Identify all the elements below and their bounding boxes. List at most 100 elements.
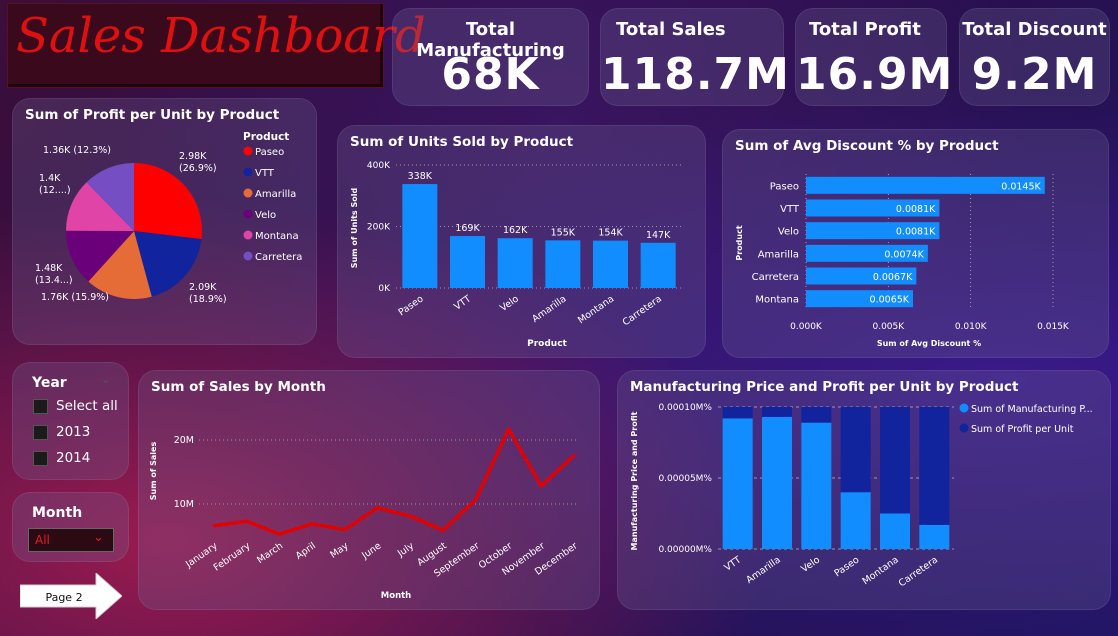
pie-data-label-pct: (18.9%)	[189, 294, 227, 305]
pie-chart-panel[interactable]: Sum of Profit per Unit by Product Produc…	[12, 98, 317, 345]
legend-marker	[243, 251, 253, 261]
x-tick-label: 0.015K	[1037, 322, 1070, 332]
legend-title: Product	[243, 131, 289, 143]
x-tick-label: June	[359, 540, 383, 562]
kpi-value: 118.7M	[601, 49, 790, 100]
legend-marker	[243, 209, 253, 219]
bar	[450, 236, 485, 288]
bar-segment-1	[880, 407, 910, 514]
month-slicer[interactable]: Month All ⌄	[12, 492, 129, 562]
x-tick-label: Carretera	[897, 554, 940, 589]
bar-segment-1	[840, 407, 871, 493]
legend-item: Sum of Profit per Unit	[971, 424, 1074, 435]
units-sold-chart[interactable]: Product Sum of Units Sold 0K 200K 400K 338K…	[338, 126, 707, 359]
page-2-button[interactable]: Page 2	[20, 573, 122, 619]
legend-item: Sum of Manufacturing P...	[971, 404, 1093, 415]
chevron-down-icon[interactable]: ⌄	[101, 373, 110, 386]
data-label: 147K	[646, 230, 671, 241]
legend-item: VTT	[255, 168, 275, 179]
kpi-value: 68K	[441, 49, 540, 100]
x-axis-label: Month	[381, 591, 411, 601]
pie-data-label: 1.76K (15.9%)	[41, 292, 109, 303]
legend-item: Montana	[255, 231, 299, 242]
bar-segment-0	[840, 492, 871, 549]
kpi-card-profit: Total Profit 16.9M	[795, 8, 954, 106]
x-tick-label: May	[328, 540, 351, 560]
pie-slice	[134, 163, 202, 240]
bar-segment-0	[880, 513, 910, 549]
data-label: 0.0074K	[884, 249, 924, 260]
checkbox-icon[interactable]	[33, 450, 48, 466]
legend-item: Paseo	[255, 147, 284, 158]
data-point	[212, 524, 216, 528]
pie-data-label: 1.4K	[39, 173, 61, 184]
kpi-card-sales: Total Sales 118.7M	[600, 8, 790, 106]
x-tick-label: Amarilla	[530, 293, 568, 325]
year-slicer-label: Year	[32, 375, 67, 391]
discount-chart[interactable]: Sum of Avg Discount % Product 0.000K 0.00…	[723, 130, 1110, 359]
y-axis-label: Product	[735, 225, 744, 260]
dashboard-title: Sales Dashboard	[16, 8, 426, 64]
pie-data-label-pct: (26.9%)	[179, 163, 217, 174]
kpi-label: Total Profit	[809, 19, 921, 40]
x-tick-label: VTT	[722, 554, 743, 573]
x-tick-label: Carretera	[621, 293, 664, 328]
kpi-value: 9.2M	[971, 49, 1098, 100]
checkbox-2014[interactable]: 2014	[33, 450, 90, 466]
data-label: 169K	[455, 223, 480, 234]
kpi-label: Total Sales	[616, 19, 726, 40]
data-point	[376, 506, 380, 510]
y-tick-label: 0K	[378, 284, 391, 294]
kpi-label: Total Discount	[962, 19, 1107, 40]
page-button-label: Page 2	[45, 591, 82, 604]
kpi-value: 16.9M	[796, 49, 954, 100]
y-axis-label: Sum of Sales	[149, 442, 158, 501]
pie-data-label: 1.48K	[35, 263, 63, 274]
checkbox-2013[interactable]: 2013	[33, 424, 90, 440]
x-tick-label: 0.005K	[872, 322, 905, 332]
manufacturing-profit-panel[interactable]: Manufacturing Price and Profit per Unit …	[617, 370, 1111, 610]
data-label: 162K	[503, 225, 528, 236]
y-tick-label: Amarilla	[758, 249, 799, 260]
checkbox-select-all[interactable]: Select all	[33, 398, 118, 414]
data-label: 338K	[408, 171, 433, 182]
discount-chart-panel[interactable]: Sum of Avg Discount % by Product Sum of …	[722, 129, 1109, 358]
kpi-card-discount: Total Discount 9.2M	[959, 8, 1110, 106]
kpi-card-manufacturing: Total Manufacturing 68K	[392, 8, 589, 106]
bar	[593, 240, 628, 288]
y-tick-label: VTT	[780, 204, 800, 215]
x-tick-label: February	[212, 540, 253, 573]
y-axis-label: Sum of Units Sold	[350, 188, 359, 269]
data-point	[245, 519, 249, 523]
bar-segment-0	[722, 418, 753, 549]
data-point	[408, 514, 412, 518]
checkbox-icon[interactable]	[33, 398, 48, 414]
month-slicer-label: Month	[32, 505, 83, 521]
data-point	[441, 528, 445, 532]
checkbox-label: Select all	[56, 398, 118, 414]
x-tick-label: Montana	[860, 554, 900, 587]
y-axis-label: Manufacturing Price and Profit	[630, 411, 639, 550]
checkbox-label: 2013	[56, 424, 91, 440]
pie-data-label-pct: (13.4...)	[35, 275, 73, 286]
bar-segment-0	[919, 524, 950, 549]
data-point	[572, 453, 576, 457]
data-point	[310, 522, 314, 526]
checkbox-icon[interactable]	[33, 424, 48, 440]
y-tick-label: Carretera	[752, 272, 799, 283]
month-dropdown[interactable]: All ⌄	[28, 528, 114, 552]
units-sold-chart-panel[interactable]: Sum of Units Sold by Product Product Sum…	[337, 125, 706, 358]
sales-line-chart[interactable]: Month Sum of Sales 10M20MJanuaryFebruary…	[139, 371, 601, 611]
bar-segment-1	[801, 407, 832, 423]
sales-line	[213, 427, 576, 536]
stacked-bar-chart[interactable]: Manufacturing Price and Profit 0.00000M%…	[618, 371, 1112, 611]
x-tick-label: Amarilla	[744, 554, 782, 586]
pie-data-label: 1.36K (12.3%)	[43, 145, 111, 156]
year-slicer[interactable]: Year ⌄ Select all 2013 2014	[12, 362, 129, 480]
y-tick-label: Paseo	[770, 181, 799, 192]
bar-segment-0	[762, 416, 792, 549]
sales-by-month-panel[interactable]: Sum of Sales by Month Month Sum of Sales…	[138, 370, 600, 610]
pie-chart[interactable]: Product 2.98K(26.9%) Paseo 2.09K(18.9%) VTT…	[13, 99, 318, 346]
x-tick-label: Paseo	[832, 554, 861, 579]
data-label: 0.0067K	[873, 272, 913, 283]
